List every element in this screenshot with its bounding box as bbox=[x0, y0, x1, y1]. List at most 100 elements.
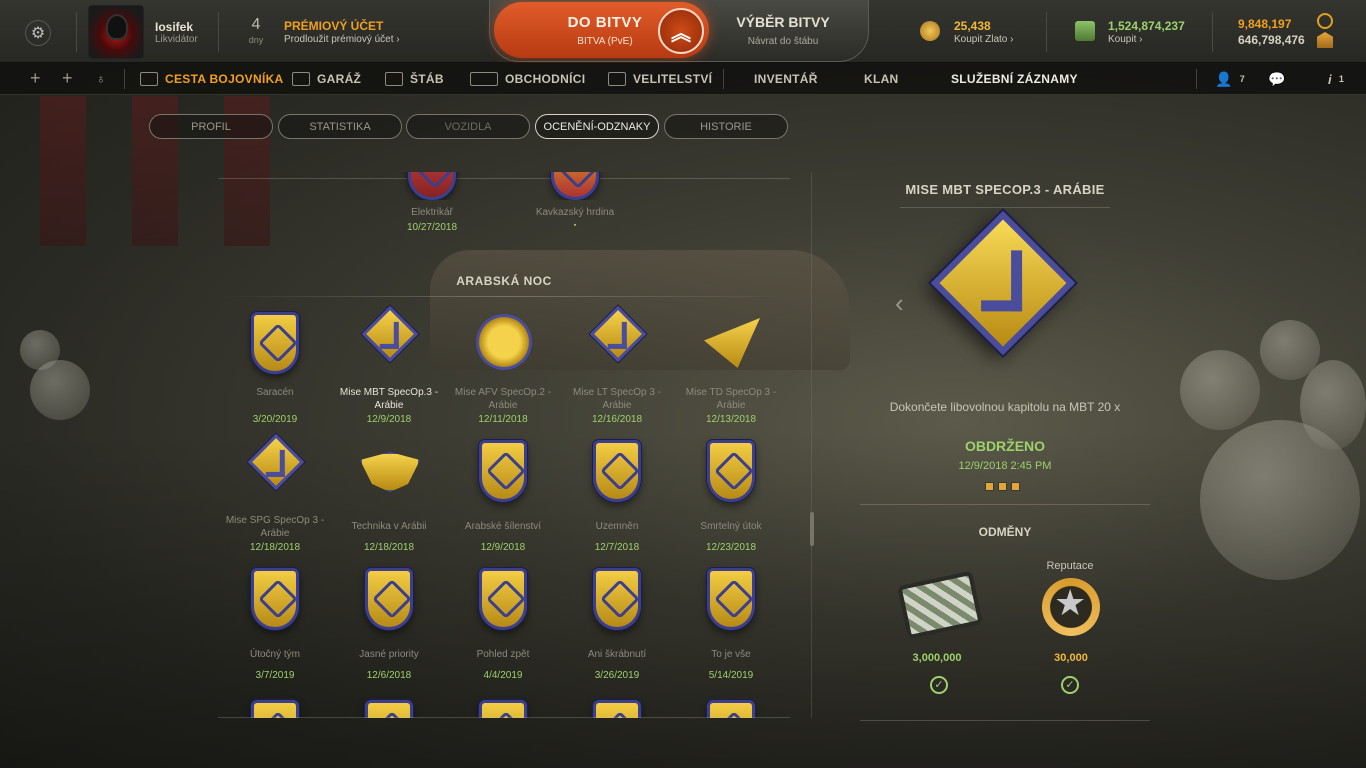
nav-command[interactable]: VELITELSTVÍ bbox=[608, 63, 712, 95]
award-name: Elektrikář bbox=[411, 207, 453, 218]
add-icon[interactable]: + bbox=[62, 68, 73, 89]
award-name: Arabské šílenství bbox=[464, 521, 542, 532]
reward-credits-value: 3,000,000 bbox=[912, 652, 962, 664]
chat-button[interactable]: 💬 bbox=[1268, 63, 1286, 95]
award-card[interactable]: Útočný tým 3/7/2019 bbox=[218, 564, 332, 681]
lock-icon[interactable]: ♁ bbox=[96, 71, 106, 86]
award-date: 12/23/2018 bbox=[705, 542, 757, 553]
gold-value: 25,438 bbox=[954, 19, 991, 33]
friends-button[interactable]: 👤 7 bbox=[1215, 63, 1245, 95]
award-date: 10/27/2018 bbox=[406, 222, 458, 233]
award-card[interactable]: Mise AFV SpecOp.2 - Arábie 12/11/2018 bbox=[446, 308, 560, 425]
add-icon[interactable]: + bbox=[30, 68, 41, 89]
award-card[interactable]: Mise SPG SpecOp 3 - Arábie 12/18/2018 bbox=[218, 433, 332, 553]
award-name: Smrtelný útok bbox=[700, 521, 762, 532]
award-obtained-date: 12/9/2018 2:45 PM bbox=[958, 460, 1052, 472]
award-date: 12/9/2018 bbox=[366, 414, 412, 425]
award-card[interactable]: Uzemněn 12/7/2018 bbox=[560, 436, 674, 553]
award-description: Dokončete libovolnou kapitolu na MBT 20 … bbox=[889, 400, 1121, 414]
award-name: Technika v Arábii bbox=[351, 521, 427, 532]
premium-title[interactable]: PRÉMIOVÝ ÚČET bbox=[284, 19, 383, 33]
award-date: 3/7/2019 bbox=[255, 670, 295, 681]
helicopter-shield-icon bbox=[584, 436, 650, 508]
tab-awards-badges[interactable]: OCENĚNÍ-ODZNAKY bbox=[535, 114, 659, 139]
award-card[interactable] bbox=[674, 696, 788, 718]
info-icon: i bbox=[1328, 71, 1332, 87]
missiles-shield-icon bbox=[470, 564, 536, 636]
award-card[interactable]: To je vše 5/14/2019 bbox=[674, 564, 788, 681]
settings-gear-icon[interactable]: ⚙ bbox=[25, 20, 51, 46]
award-card[interactable] bbox=[332, 696, 446, 718]
award-date: 3/26/2019 bbox=[594, 670, 640, 681]
electrician-medal-icon bbox=[399, 172, 465, 200]
award-card[interactable]: Kavkazský hrdina ▪ bbox=[518, 172, 632, 229]
award-name: Mise SPG SpecOp 3 - Arábie bbox=[225, 515, 325, 539]
to-battle-label[interactable]: DO BITVY bbox=[550, 14, 660, 31]
award-status: OBDRŽENO bbox=[964, 438, 1046, 454]
caucasus-hero-medal-icon bbox=[542, 172, 608, 200]
award-card[interactable]: Ani škrábnutí 3/26/2019 bbox=[560, 564, 674, 681]
experience-value: 646,798,476 bbox=[1238, 33, 1305, 47]
nav-dealers[interactable]: OBCHODNÍCI bbox=[470, 63, 585, 95]
award-card[interactable]: Elektrikář 10/27/2018 bbox=[375, 172, 489, 233]
award-card[interactable] bbox=[218, 696, 332, 718]
extend-premium-link[interactable]: Prodloužit prémiový účet › bbox=[284, 34, 400, 45]
buy-gold-link[interactable]: Koupit Zlato › bbox=[954, 34, 1013, 45]
diamond-check-medal-large-icon bbox=[930, 210, 1076, 356]
shield-medal-icon bbox=[242, 696, 308, 718]
award-card[interactable] bbox=[560, 696, 674, 718]
tab-statistics[interactable]: STATISTIKA bbox=[278, 114, 402, 139]
award-detail-title: MISE MBT SPECOP.3 - ARÁBIE bbox=[905, 182, 1105, 197]
award-card[interactable]: Mise TD SpecOp 3 - Arábie 12/13/2018 bbox=[674, 308, 788, 425]
nav-label: OBCHODNÍCI bbox=[505, 72, 586, 86]
tab-vehicles[interactable]: VOZIDLA bbox=[406, 114, 530, 139]
shield-medal-icon bbox=[470, 696, 536, 718]
notification-count: 1 bbox=[1338, 74, 1345, 84]
awards-grid: Elektrikář 10/27/2018 Kavkazský hrdina ▪… bbox=[218, 172, 790, 718]
nav-hq[interactable]: ŠTÁB bbox=[385, 63, 444, 95]
award-name: Kavkazský hrdina bbox=[535, 207, 615, 218]
award-name: Mise LT SpecOp 3 - Arábie bbox=[573, 387, 661, 411]
nav-garage[interactable]: GARÁŽ bbox=[292, 63, 361, 95]
nav-battle-path[interactable]: CESTA BOJOVNÍKA bbox=[140, 63, 284, 95]
main-nav: + + ♁ CESTA BOJOVNÍKA GARÁŽ ŠTÁB OBCHODN… bbox=[0, 63, 1366, 95]
award-card[interactable]: Technika v Arábii 12/18/2018 bbox=[332, 436, 446, 553]
checkered-flags-shield-icon bbox=[242, 308, 308, 380]
award-card[interactable] bbox=[446, 696, 560, 718]
rank-chevron-icon[interactable]: ︽ bbox=[658, 8, 704, 54]
scrollbar-thumb[interactable] bbox=[810, 512, 814, 546]
return-to-hq-label[interactable]: Návrat do štábu bbox=[728, 36, 838, 47]
battle-mode-label[interactable]: BITVA (PvE) bbox=[550, 36, 660, 47]
player-name[interactable]: Iosifek bbox=[155, 20, 193, 34]
tab-history[interactable]: HISTORIE bbox=[664, 114, 788, 139]
tab-profile[interactable]: PROFIL bbox=[149, 114, 273, 139]
check-icon: ✓ bbox=[1061, 676, 1079, 694]
award-card[interactable]: Pohled zpět 4/4/2019 bbox=[446, 564, 560, 681]
award-card-selected[interactable]: Mise MBT SpecOp.3 - Arábie 12/9/2018 bbox=[332, 305, 446, 425]
credits-value: 1,524,874,237 bbox=[1108, 19, 1185, 33]
award-card[interactable]: Saracén 3/20/2019 bbox=[218, 308, 332, 425]
plane-shield-icon bbox=[698, 564, 764, 636]
award-card[interactable]: Arabské šílenství 12/9/2018 bbox=[446, 436, 560, 553]
nav-clan[interactable]: KLAN bbox=[864, 63, 899, 95]
award-name: To je vše bbox=[711, 649, 751, 660]
award-card[interactable]: Jasné priority 12/6/2018 bbox=[332, 564, 446, 681]
notifications-button[interactable]: i1 bbox=[1328, 63, 1344, 95]
reputation-label: Reputace bbox=[1046, 560, 1094, 572]
hq-icon bbox=[385, 72, 403, 86]
nav-service-record[interactable]: SLUŽEBNÍ ZÁZNAMY bbox=[951, 63, 1078, 95]
nav-label: SLUŽEBNÍ ZÁZNAMY bbox=[951, 72, 1078, 86]
award-date: 4/4/2019 bbox=[483, 670, 523, 681]
battle-panel: DO BITVY BITVA (PvE) ︽ VÝBĚR BITVY Návra… bbox=[489, 0, 869, 62]
award-card[interactable]: Mise LT SpecOp 3 - Arábie 12/16/2018 bbox=[560, 305, 674, 425]
award-name: Uzemněn bbox=[595, 521, 639, 532]
reputation-icon bbox=[1317, 13, 1333, 29]
scroll-track[interactable] bbox=[811, 172, 812, 718]
avatar[interactable] bbox=[88, 5, 144, 59]
buy-credits-link[interactable]: Koupit › bbox=[1108, 34, 1142, 45]
award-card[interactable]: Smrtelný útok 12/23/2018 bbox=[674, 436, 788, 553]
crosshair-shield-icon bbox=[242, 564, 308, 636]
clock-shield-icon bbox=[698, 436, 764, 508]
battle-select-button[interactable]: VÝBĚR BITVY bbox=[728, 14, 838, 30]
nav-inventory[interactable]: INVENTÁŘ bbox=[754, 63, 818, 95]
